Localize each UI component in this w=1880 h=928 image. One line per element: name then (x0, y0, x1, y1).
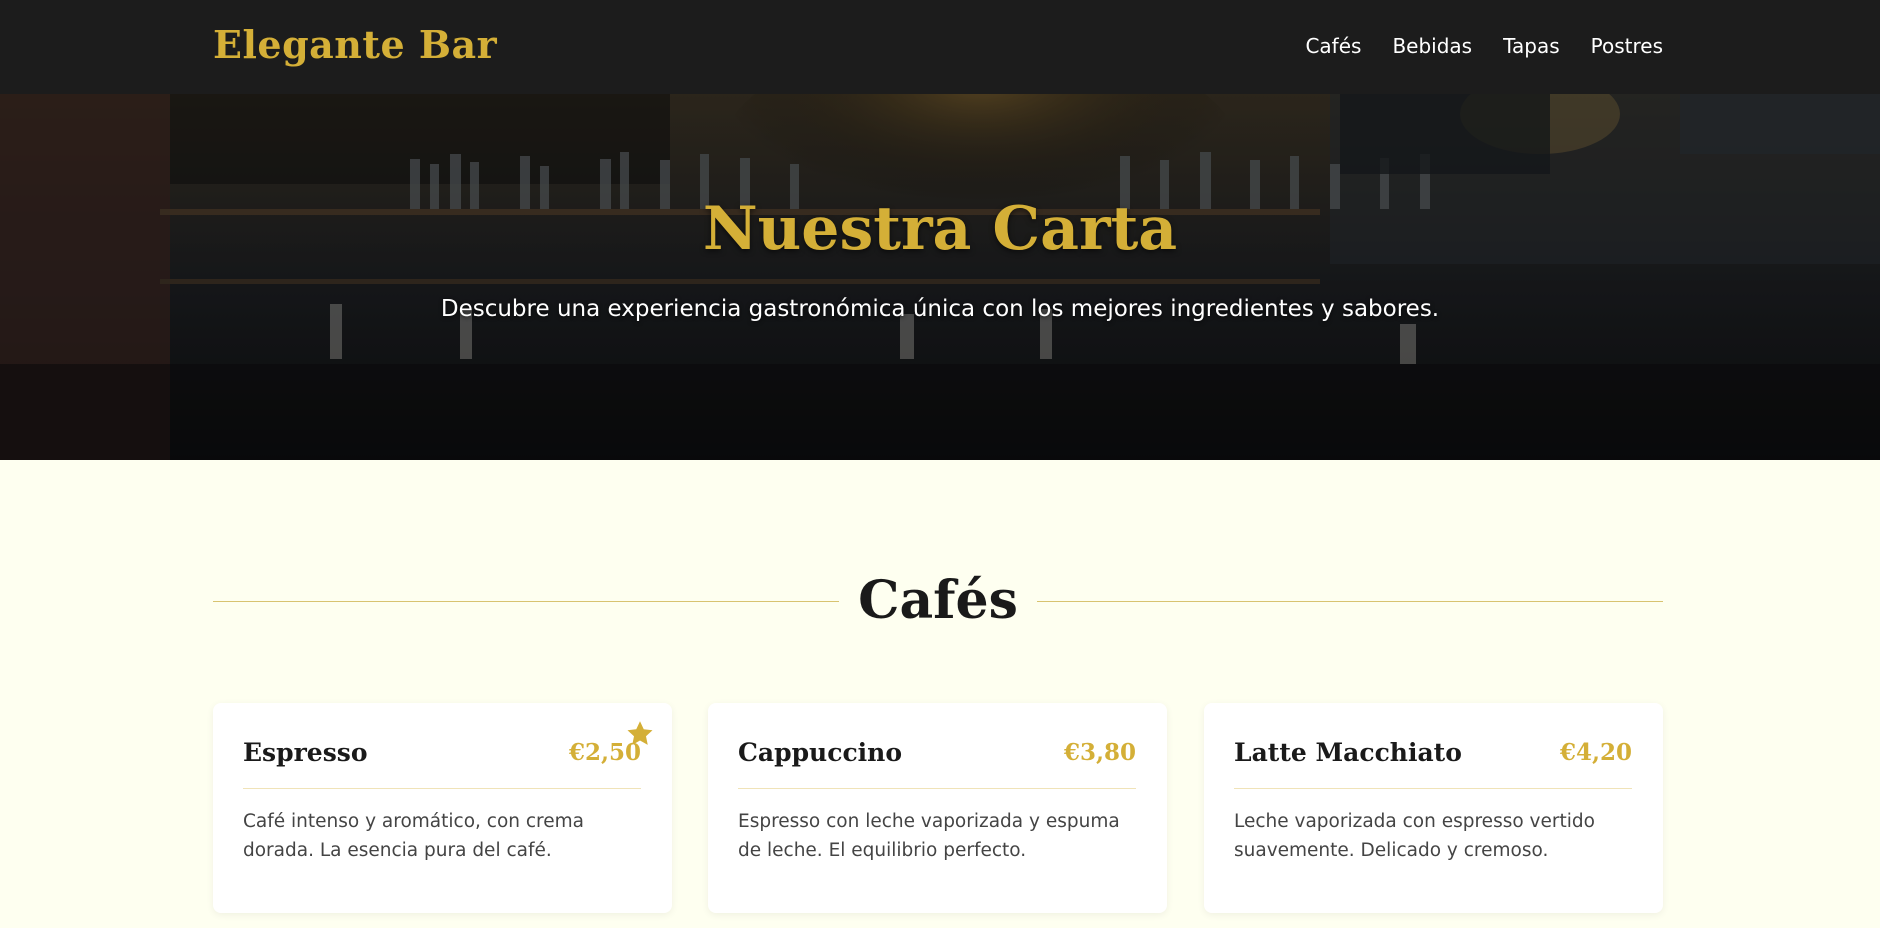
section-title: Cafés (858, 570, 1018, 631)
card-divider (243, 788, 641, 789)
card-divider (1234, 788, 1632, 789)
item-description: Espresso con leche vaporizada y espuma d… (738, 811, 1120, 861)
item-name: Espresso (243, 738, 368, 767)
hero-banner: Nuestra Carta Descubre una experiencia g… (0, 94, 1880, 460)
menu-card[interactable]: Espresso €2,50 Café intenso y aromático,… (213, 703, 672, 913)
heading-divider-left (213, 600, 840, 602)
site-header: Elegante Bar Cafés Bebidas Tapas Postres (0, 0, 1880, 94)
nav-link-tapas[interactable]: Tapas (1503, 34, 1560, 58)
item-description: Leche vaporizada con espresso vertido su… (1234, 811, 1595, 861)
item-price: €2,50 (568, 739, 641, 766)
heading-divider-right (1036, 600, 1663, 602)
nav-link-bebidas[interactable]: Bebidas (1392, 34, 1472, 58)
brand-logo[interactable]: Elegante Bar (213, 22, 497, 67)
section-heading: Cafés (213, 566, 1663, 636)
main-nav: Cafés Bebidas Tapas Postres (1305, 34, 1663, 58)
item-description: Café intenso y aromático, con crema dora… (243, 811, 584, 861)
hero-background-image (0, 94, 1880, 460)
nav-link-cafes[interactable]: Cafés (1305, 34, 1361, 58)
menu-card[interactable]: Cappuccino €3,80 Espresso con leche vapo… (708, 703, 1167, 913)
item-price: €4,20 (1559, 739, 1632, 766)
hero-subtitle: Descubre una experiencia gastronómica ún… (440, 296, 1440, 322)
menu-card[interactable]: Latte Macchiato €4,20 Leche vaporizada c… (1204, 703, 1663, 913)
item-name: Cappuccino (738, 738, 903, 767)
card-divider (738, 788, 1136, 789)
item-price: €3,80 (1063, 739, 1136, 766)
nav-link-postres[interactable]: Postres (1591, 34, 1663, 58)
item-name: Latte Macchiato (1234, 738, 1462, 767)
hero-title: Nuestra Carta (702, 194, 1178, 264)
